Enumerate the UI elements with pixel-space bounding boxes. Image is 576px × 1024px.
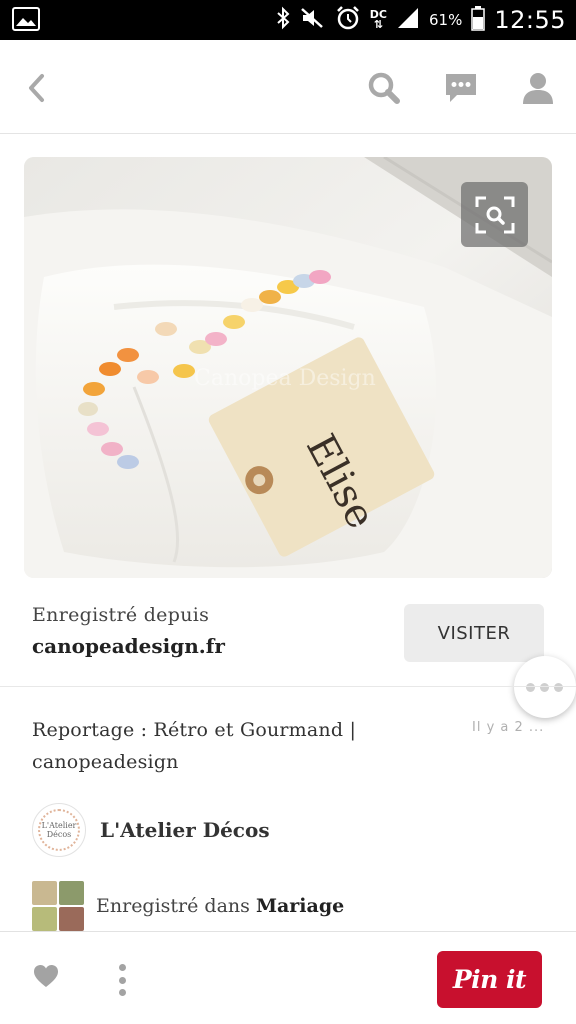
saved-in-board[interactable]: Mariage <box>256 895 344 917</box>
profile-icon <box>523 73 553 104</box>
back-icon <box>29 74 44 102</box>
profile-button[interactable] <box>518 68 558 108</box>
saved-in-prefix: Enregistré dans <box>96 895 250 917</box>
divider <box>0 686 576 687</box>
status-icons: DC ⇅ 61% 12:55 <box>275 0 566 40</box>
saved-in-text: Enregistré dans Mariage <box>96 895 344 917</box>
visual-search-button[interactable] <box>461 182 528 247</box>
dot <box>526 682 535 692</box>
mute-icon <box>300 6 326 34</box>
overflow-menu-button[interactable] <box>115 960 129 1000</box>
board-thumbnails <box>32 881 84 931</box>
network-label: DC <box>369 8 387 21</box>
dot <box>540 682 549 692</box>
more-options-button[interactable] <box>514 656 576 718</box>
pinner-name: L'Atelier Décos <box>100 818 270 842</box>
signal-icon <box>396 6 420 34</box>
board-thumbnail <box>59 881 84 905</box>
app-bar <box>0 40 576 134</box>
visual-search-icon <box>475 196 514 233</box>
alarm-icon <box>335 5 361 35</box>
gallery-icon <box>12 7 40 35</box>
back-button[interactable] <box>16 68 56 108</box>
pinner-row[interactable]: L'Atelier Décos L'Atelier Décos <box>32 803 270 857</box>
bluetooth-icon <box>275 6 291 34</box>
search-icon <box>368 72 400 104</box>
battery-percent: 61% <box>428 11 463 29</box>
heart-icon <box>34 965 58 987</box>
dot <box>118 964 126 971</box>
clock: 12:55 <box>494 6 566 34</box>
pin-description: Reportage : Rétro et Gourmand | canopead… <box>32 719 357 773</box>
dot <box>118 989 126 996</box>
visit-button[interactable]: VISITER <box>404 604 544 662</box>
screen: DC ⇅ 61% 12:55 Elise Canopea Design Enre… <box>0 0 576 1024</box>
avatar: L'Atelier Décos <box>32 803 86 857</box>
like-button[interactable] <box>33 964 59 992</box>
board-thumbnail <box>32 907 57 931</box>
dot <box>554 682 563 692</box>
source-domain[interactable]: canopeadesign.fr <box>32 634 225 658</box>
saved-in-row[interactable]: Enregistré dans Mariage <box>32 881 344 931</box>
status-bar: DC ⇅ 61% 12:55 <box>0 0 576 40</box>
board-thumbnail <box>59 907 84 931</box>
bottom-bar: Pin it <box>0 931 576 1024</box>
dot <box>118 976 126 984</box>
messages-icon <box>446 74 476 102</box>
source-label: Enregistré depuis <box>32 604 210 626</box>
pin-it-button[interactable]: Pin it <box>437 951 542 1008</box>
time-ago: Il y a 2 ... <box>472 720 545 735</box>
board-thumbnail <box>32 881 57 905</box>
search-button[interactable] <box>364 68 404 108</box>
data-icon: DC ⇅ <box>369 8 387 31</box>
avatar-text: L'Atelier Décos <box>41 821 77 839</box>
messages-button[interactable] <box>441 68 481 108</box>
source-info: Enregistré depuis canopeadesign.fr <box>32 604 225 658</box>
battery-icon <box>471 5 486 35</box>
watermark: Canopea Design <box>194 366 376 391</box>
